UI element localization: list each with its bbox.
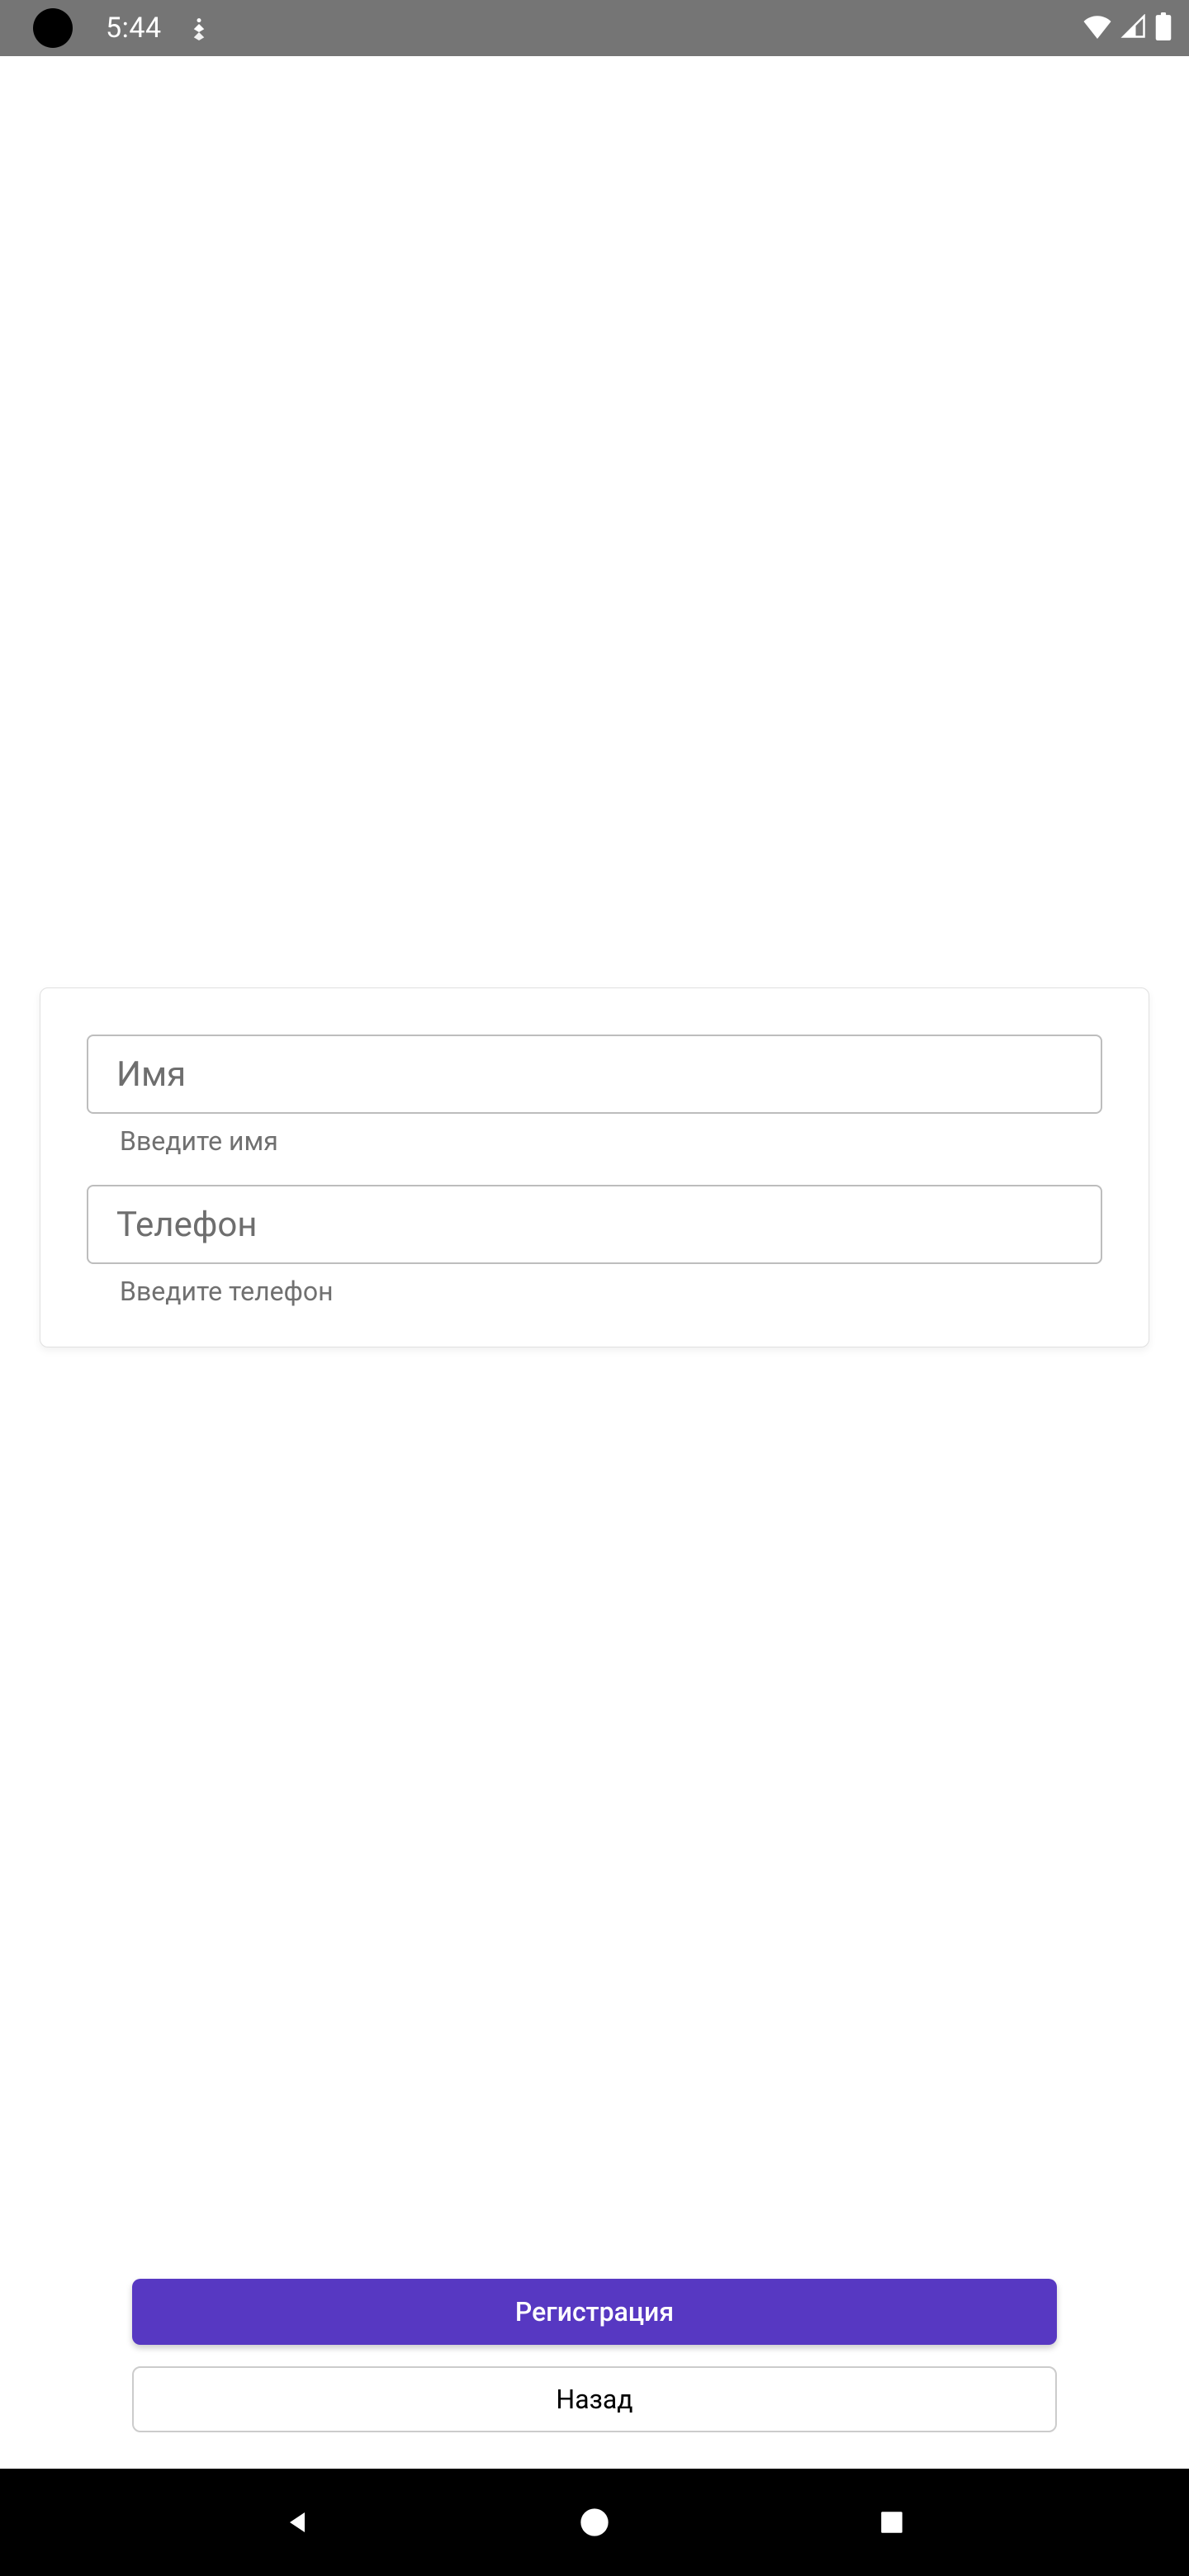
navigation-bar <box>0 2469 1189 2576</box>
status-right <box>1082 12 1172 44</box>
phone-label: Телефон <box>116 1205 258 1245</box>
back-button[interactable]: Назад <box>132 2366 1057 2432</box>
spacer <box>0 56 1189 987</box>
clock: 5:44 <box>106 12 162 45</box>
nav-recent-button[interactable] <box>871 2502 912 2543</box>
name-helper: Введите имя <box>87 1114 1102 1178</box>
phone-field-group: Телефон Введите телефон <box>87 1185 1102 1307</box>
button-group: Регистрация Назад <box>0 2279 1189 2469</box>
nav-back-button[interactable] <box>277 2502 318 2543</box>
register-button[interactable]: Регистрация <box>132 2279 1057 2345</box>
status-left: 5:44 <box>33 8 211 48</box>
name-field-group: Имя Введите имя <box>87 1035 1102 1178</box>
phone-helper: Введите телефон <box>87 1264 1102 1307</box>
avatar <box>33 8 73 48</box>
wifi-icon <box>1082 14 1113 42</box>
phone-input[interactable]: Телефон <box>87 1185 1102 1264</box>
cellular-icon <box>1120 14 1148 42</box>
name-label: Имя <box>116 1054 186 1095</box>
fitness-icon <box>187 16 211 40</box>
battery-icon <box>1154 12 1172 44</box>
status-bar: 5:44 <box>0 0 1189 56</box>
spacer <box>0 1347 1189 2279</box>
name-input[interactable]: Имя <box>87 1035 1102 1114</box>
registration-card: Имя Введите имя Телефон Введите телефон <box>40 987 1149 1347</box>
nav-home-button[interactable] <box>574 2502 615 2543</box>
card-wrap: Имя Введите имя Телефон Введите телефон <box>0 987 1189 1347</box>
content-area: Имя Введите имя Телефон Введите телефон … <box>0 56 1189 2469</box>
